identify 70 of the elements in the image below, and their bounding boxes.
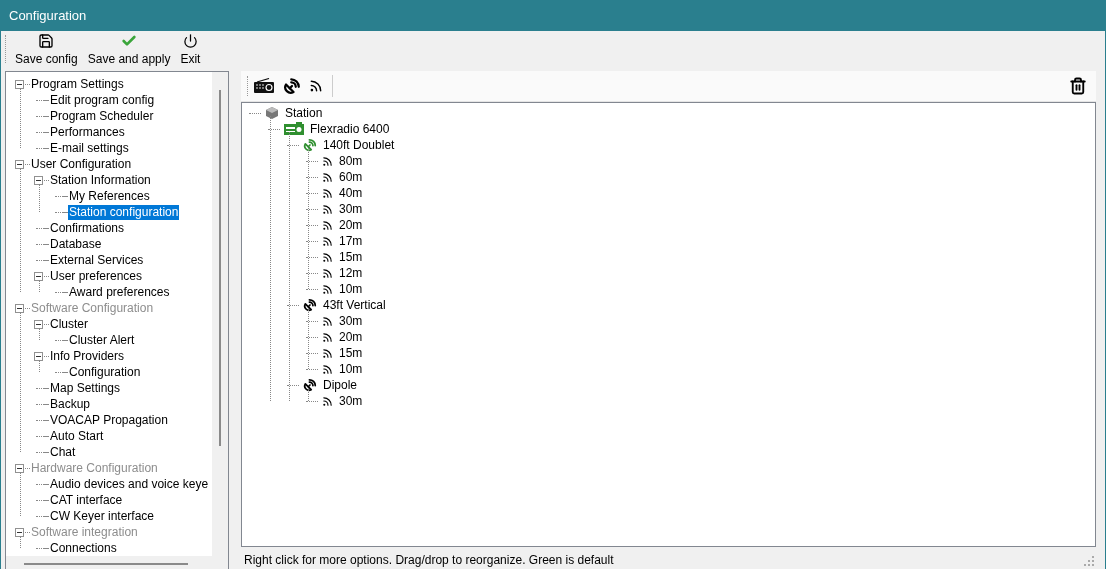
horizontal-scrollbar[interactable] xyxy=(24,562,188,565)
signal-icon xyxy=(322,315,333,327)
toolbar-button[interactable]: Exit xyxy=(177,33,204,67)
signal-icon xyxy=(322,267,333,279)
resize-grip-icon xyxy=(1084,556,1094,566)
tree-item[interactable]: Dipole xyxy=(323,377,358,393)
signal-icon xyxy=(322,283,333,295)
tree-item[interactable]: Station Information xyxy=(49,172,152,188)
collapse-toggle[interactable] xyxy=(15,159,24,169)
tree-item[interactable]: Performances xyxy=(49,124,126,140)
tree-item[interactable]: Edit program config xyxy=(49,92,156,108)
satellite-dish-icon xyxy=(303,378,317,392)
tree-item[interactable]: Station xyxy=(285,105,323,121)
signal-icon xyxy=(322,363,333,375)
tree-item[interactable]: My References xyxy=(68,188,151,204)
power-icon xyxy=(182,33,198,49)
tree-item[interactable]: 80m xyxy=(339,153,363,169)
transceiver-icon xyxy=(284,122,304,136)
tree-item[interactable]: 20m xyxy=(339,329,363,345)
signal-icon xyxy=(322,219,333,231)
status-text: Right click for more options. Drag/drop to reorganize. Green is default xyxy=(244,551,614,569)
tree-item[interactable]: 43ft Vertical xyxy=(323,297,386,313)
delete-button[interactable] xyxy=(1068,75,1088,97)
add-transceiver-button[interactable] xyxy=(252,77,276,95)
tree-item[interactable]: Program Scheduler xyxy=(49,108,155,124)
collapse-toggle[interactable] xyxy=(15,79,24,89)
tree-item[interactable]: Database xyxy=(49,236,103,252)
collapse-toggle[interactable] xyxy=(34,271,43,281)
tree-item[interactable]: User preferences xyxy=(49,268,144,284)
window-title: Configuration xyxy=(9,6,87,25)
signal-icon xyxy=(322,155,333,167)
signal-icon xyxy=(322,171,333,183)
tree-item[interactable]: 140ft Doublet xyxy=(323,137,395,153)
tree-item[interactable]: 15m xyxy=(339,345,363,361)
tree-item[interactable]: 17m xyxy=(339,233,363,249)
signal-icon xyxy=(322,251,333,263)
tree-item[interactable]: Program Settings xyxy=(30,76,125,92)
toolbar-button[interactable]: Save config xyxy=(12,33,81,67)
signal-icon xyxy=(322,395,333,407)
tree-item[interactable]: Award preferences xyxy=(68,284,171,300)
tree-item[interactable]: 15m xyxy=(339,249,363,265)
satellite-dish-icon xyxy=(303,298,317,312)
tree-item[interactable]: 10m xyxy=(339,361,363,377)
cube-icon xyxy=(265,106,279,120)
signal-icon xyxy=(322,203,333,215)
tree-item[interactable]: 40m xyxy=(339,185,363,201)
tree-item[interactable]: User Configuration xyxy=(30,156,133,172)
tree-item[interactable]: 10m xyxy=(339,281,363,297)
add-antenna-button[interactable] xyxy=(282,76,302,96)
toolbar-button[interactable]: Save and apply xyxy=(84,33,174,67)
tree-item[interactable]: Flexradio 6400 xyxy=(310,121,390,137)
tree-item[interactable]: 12m xyxy=(339,265,363,281)
collapse-toggle[interactable] xyxy=(34,175,43,185)
signal-icon xyxy=(322,331,333,343)
satellite-dish-icon xyxy=(303,138,317,152)
tree-item[interactable]: 20m xyxy=(339,217,363,233)
tree-item[interactable]: 60m xyxy=(339,169,363,185)
save-icon xyxy=(38,33,55,49)
tree-item[interactable]: Station configuration xyxy=(68,204,180,220)
tree-item[interactable]: External Services xyxy=(49,252,145,268)
tree-item[interactable]: 30m xyxy=(339,313,363,329)
tree-item[interactable]: E-mail settings xyxy=(49,140,130,156)
tree-item[interactable]: 30m xyxy=(339,201,363,217)
signal-icon xyxy=(322,347,333,359)
signal-icon xyxy=(322,235,333,247)
vertical-scrollbar[interactable] xyxy=(219,90,221,446)
tree-item[interactable]: Confirmations xyxy=(49,220,126,236)
tree-item[interactable]: 30m xyxy=(339,393,363,409)
signal-icon xyxy=(322,187,333,199)
add-band-button[interactable] xyxy=(308,78,324,94)
